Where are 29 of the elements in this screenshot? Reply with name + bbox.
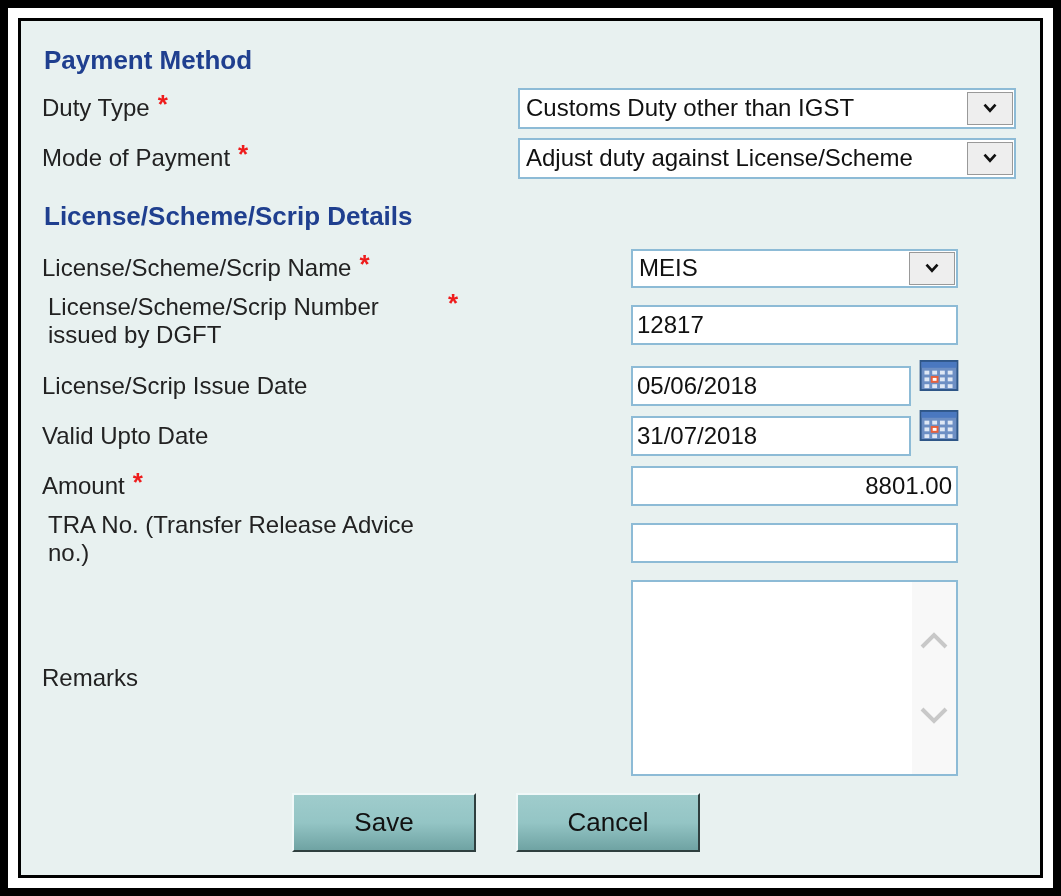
form-button[interactable]: Cancel — [516, 793, 700, 852]
input-field[interactable]: 31/07/2018 — [631, 416, 911, 456]
field-label: TRA No. (Transfer Release Advice no.) — [48, 511, 415, 567]
required-asterisk: * — [359, 254, 370, 274]
field-label: Valid Upto Date — [42, 422, 209, 450]
field-label: License/Scheme/Scrip Number issued by DGFT — [48, 293, 380, 349]
input-field[interactable] — [631, 523, 958, 563]
required-asterisk: * — [132, 472, 143, 492]
input-field[interactable]: 12817 — [631, 305, 958, 345]
field-label: Amount — [42, 472, 125, 500]
dropdown[interactable]: Adjust duty against License/Scheme — [518, 137, 1016, 179]
input-field[interactable]: 8801.00 — [631, 466, 958, 506]
field-label: License/Scrip Issue Date — [42, 372, 308, 400]
dropdown[interactable]: MEIS — [631, 248, 958, 288]
textarea-field[interactable] — [631, 580, 958, 776]
calendar-icon[interactable] — [919, 360, 959, 391]
required-asterisk: * — [448, 293, 459, 313]
section-heading: License/Scheme/Scrip Details — [43, 203, 414, 229]
form-button[interactable]: Save — [292, 793, 476, 852]
required-asterisk: * — [157, 94, 168, 114]
input-field[interactable]: 05/06/2018 — [631, 366, 911, 406]
required-asterisk: * — [238, 144, 249, 164]
dropdown[interactable]: Customs Duty other than IGST — [518, 87, 1016, 129]
field-label: Remarks — [42, 664, 138, 692]
field-label: Mode of Payment — [42, 144, 231, 172]
field-label: License/Scheme/Scrip Name — [42, 254, 352, 282]
section-heading: Payment Method — [43, 47, 254, 73]
field-label: Duty Type — [42, 94, 150, 122]
calendar-icon[interactable] — [919, 410, 959, 441]
